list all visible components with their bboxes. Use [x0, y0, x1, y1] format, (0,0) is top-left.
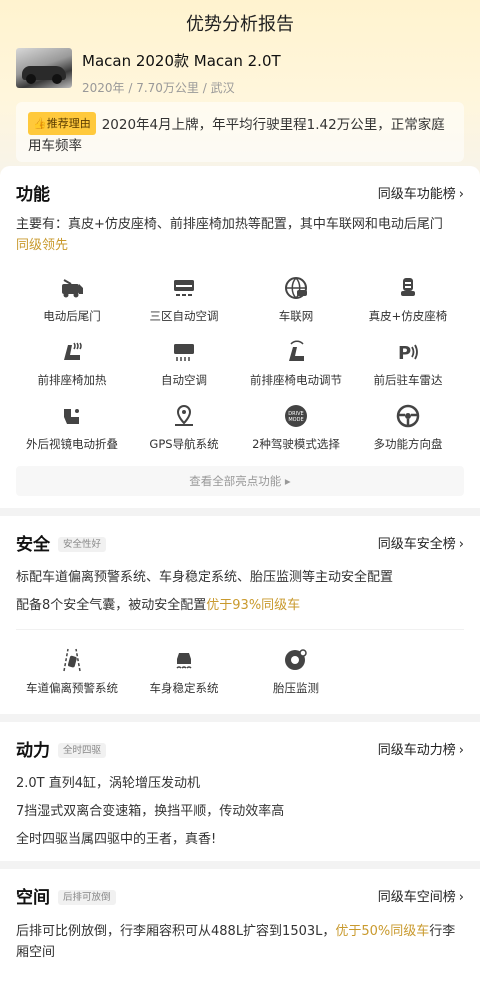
space-section: 空间 后排可放倒 同级车空间榜 › 后排可比例放倒，行李厢容积可从488L扩容到15…	[0, 869, 480, 986]
power-desc-1: 2.0T 直列4缸，涡轮增压发动机	[16, 776, 201, 791]
safety-section: 安全 安全性好 同级车安全榜 › 标配车道偏离预警系统、车身稳定系统、胎压监测等主动…	[0, 516, 480, 714]
features-desc: 主要有：真皮+仿皮座椅、前排座椅加热等配置，其中车联网和电动后尾门 同级领先	[16, 217, 443, 253]
safety-desc-1: 标配车道偏离预警系统、车身稳定系统、胎压监测等主动安全配置	[16, 570, 394, 585]
feature-item[interactable]: 自动空调	[128, 334, 240, 398]
stability-icon	[128, 646, 240, 674]
view-all-features-button[interactable]: 查看全部亮点功能 ▸	[16, 466, 464, 496]
svg-text:P: P	[398, 343, 411, 364]
ac-three-zone-icon	[128, 274, 240, 302]
leather-seat-icon	[352, 274, 464, 302]
page-title: 优势分析报告	[186, 14, 294, 35]
car-name: Macan 2020款 Macan 2.0T	[82, 52, 281, 70]
space-desc: 后排可比例放倒，行李厢容积可从488L扩容到1503L，优于50%同级车行李厢空…	[16, 924, 456, 960]
space-title: 空间	[16, 887, 50, 908]
feature-item[interactable]: 三区自动空调	[128, 270, 240, 334]
feature-item[interactable]: GPS导航系统	[128, 398, 240, 462]
chevron-right-icon: ›	[458, 186, 464, 202]
feature-item[interactable]: 前排座椅加热	[16, 334, 128, 398]
space-badge: 后排可放倒	[58, 889, 116, 905]
features-highlight: 同级领先	[16, 238, 69, 253]
mirror-fold-icon	[16, 402, 128, 430]
feature-item[interactable]: 多功能方向盘	[352, 398, 464, 462]
feature-item[interactable]: DRIVE MODE 2种驾驶模式选择	[240, 398, 352, 462]
svg-text:MODE: MODE	[288, 417, 303, 423]
report-header: 优势分析报告 Macan 2020款 Macan 2.0T 2020年 / 7.…	[0, 0, 480, 178]
feature-item[interactable]: 真皮+仿皮座椅	[352, 270, 464, 334]
safety-title: 安全	[16, 534, 50, 555]
lane-departure-icon	[16, 646, 128, 674]
tailgate-icon	[16, 274, 128, 302]
power-seat-icon	[240, 338, 352, 366]
features-title: 功能	[16, 184, 50, 205]
feature-item[interactable]: 车联网	[240, 270, 352, 334]
drive-mode-icon: DRIVE MODE	[240, 402, 352, 430]
feature-item[interactable]: 前排座椅电动调节	[240, 334, 352, 398]
features-grid: 电动后尾门 三区自动空调 车联网 真皮+仿皮座椅 前排座椅加热 自动空调 前排座…	[16, 270, 464, 462]
power-title: 动力	[16, 740, 50, 761]
chevron-right-icon: ›	[458, 742, 464, 758]
recommend-reason-card: 👍推荐理由 2020年4月上牌，年平均行驶里程1.42万公里，正常家庭用车频率	[16, 102, 464, 162]
power-ranking-link[interactable]: 同级车动力榜 ›	[378, 739, 464, 758]
tire-pressure-icon	[240, 646, 352, 674]
chevron-right-icon: ›	[458, 536, 464, 552]
gps-icon	[128, 402, 240, 430]
features-ranking-link[interactable]: 同级车功能榜 ›	[378, 183, 464, 202]
safety-grid: 车道偏离预警系统 车身稳定系统 胎压监测	[16, 629, 464, 702]
power-section: 动力 全时四驱 同级车动力榜 › 2.0T 直列4缸，涡轮增压发动机 7挡湿式双离合…	[0, 722, 480, 861]
parking-radar-icon: P	[352, 338, 464, 366]
power-desc-2: 7挡湿式双离合变速箱，换挡平顺，传动效率高	[16, 804, 285, 819]
auto-ac-icon	[128, 338, 240, 366]
steering-wheel-icon	[352, 402, 464, 430]
connected-car-icon	[240, 274, 352, 302]
feature-item[interactable]: P 前后驻车雷达	[352, 334, 464, 398]
safety-item[interactable]: 车身稳定系统	[128, 642, 240, 702]
safety-desc-2: 配备8个安全气囊，被动安全配置优于93%同级车	[16, 598, 301, 613]
safety-badge: 安全性好	[58, 536, 107, 552]
safety-ranking-link[interactable]: 同级车安全榜 ›	[378, 533, 464, 552]
recommend-reason-tag: 👍推荐理由	[28, 112, 96, 135]
seat-heating-icon	[16, 338, 128, 366]
thumbs-up-icon: 👍	[33, 117, 47, 130]
safety-item[interactable]: 车道偏离预警系统	[16, 642, 128, 702]
car-summary[interactable]: Macan 2020款 Macan 2.0T 2020年 / 7.70万公里 /…	[0, 40, 480, 95]
car-thumbnail	[16, 48, 72, 88]
chevron-right-icon: ›	[458, 889, 464, 905]
space-ranking-link[interactable]: 同级车空间榜 ›	[378, 886, 464, 905]
features-section: 功能 同级车功能榜 › 主要有：真皮+仿皮座椅、前排座椅加热等配置，其中车联网和电…	[0, 166, 480, 508]
car-meta: 2020年 / 7.70万公里 / 武汉	[82, 81, 235, 95]
power-desc-3: 全时四驱当属四驱中的王者，真香!	[16, 832, 217, 847]
safety-item[interactable]: 胎压监测	[240, 642, 352, 702]
feature-item[interactable]: 电动后尾门	[16, 270, 128, 334]
feature-item[interactable]: 外后视镜电动折叠	[16, 398, 128, 462]
power-badge: 全时四驱	[58, 742, 107, 758]
